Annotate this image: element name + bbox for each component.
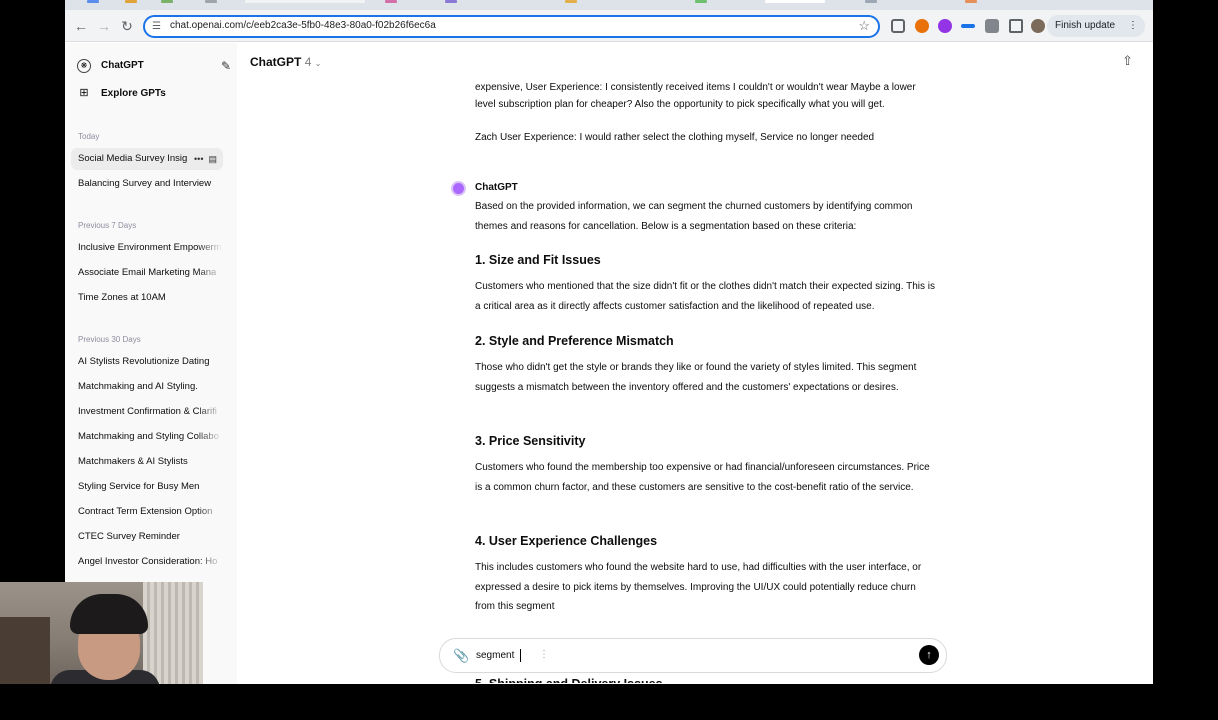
sidebar-chat-label: Time Zones at 10AM	[78, 292, 166, 303]
sidebar-group-title: Previous 30 Days	[78, 335, 141, 344]
sidebar-chat-item[interactable]: Matchmakers & AI Stylists	[71, 451, 223, 473]
sidebar-chat-item[interactable]: Matchmaking and Styling Collabo	[71, 426, 223, 448]
extensions-puzzle-icon[interactable]	[1009, 19, 1023, 33]
sidebar-chat-item[interactable]: Time Zones at 10AM	[71, 287, 223, 309]
sidebar-item-label: ChatGPT	[101, 60, 144, 71]
send-button[interactable]: ↑	[919, 645, 939, 665]
sidebar-group-title: Previous 7 Days	[78, 221, 137, 230]
assistant-intro: Based on the provided information, we ca…	[475, 201, 913, 232]
text-caret	[520, 649, 521, 662]
user-message-text: Zach User Experience: I would rather sel…	[475, 132, 875, 143]
extension-gray-icon[interactable]	[985, 19, 999, 33]
sidebar-item-explore-gpts[interactable]: ⊞ Explore GPTs	[73, 82, 231, 106]
extension-reader-icon[interactable]	[891, 19, 905, 33]
more-horizontal-icon[interactable]: •••	[194, 154, 203, 164]
sidebar-chat-label: Social Media Survey Insig	[78, 153, 188, 164]
more-vert-icon: ⋮	[1128, 20, 1138, 31]
sidebar-group-title: Today	[78, 132, 100, 141]
section-body: Customers who found the membership too e…	[475, 462, 930, 493]
section-heading: 3. Price Sensitivity	[475, 434, 586, 448]
sidebar-chat-item[interactable]: Contract Term Extension Option	[71, 501, 223, 523]
section-heading-partial: 5. Shipping and Delivery Issues	[475, 677, 663, 683]
section-heading: 1. Size and Fit Issues	[475, 253, 601, 267]
openai-logo-icon: ❋	[77, 59, 91, 73]
main-chat-area: ChatGPT 4 ⌄ ⇧ expensive, User Experience…	[237, 43, 1153, 684]
chevron-down-icon: ⌄	[314, 59, 322, 68]
paperclip-icon[interactable]: 📎	[453, 648, 469, 664]
sidebar-chat-item[interactable]: Associate Email Marketing Mana	[71, 262, 223, 284]
share-icon[interactable]: ⇧	[1122, 53, 1133, 69]
sidebar-chat-label: AI Stylists Revolutionize Dating	[78, 356, 210, 367]
assistant-name: ChatGPT	[475, 182, 518, 193]
address-bar[interactable]: ☰ chat.openai.com/c/eeb2ca3e-5fb0-48e3-8…	[143, 15, 880, 38]
sidebar-chat-label: Contract Term Extension Option	[78, 506, 213, 517]
forward-icon[interactable]: →	[94, 16, 114, 36]
sidebar-item-label: Explore GPTs	[101, 88, 166, 99]
sidebar-chat-label: Styling Service for Busy Men	[78, 481, 200, 492]
sidebar-chat-item[interactable]: Balancing Survey and Interview	[71, 173, 223, 195]
sidebar-chat-label: Associate Email Marketing Mana	[78, 267, 217, 278]
message-composer[interactable]: 📎 segment ⋮ ↑	[439, 638, 947, 673]
browser-toolbar: ← → ↻ ☰ chat.openai.com/c/eeb2ca3e-5fb0-…	[65, 10, 1153, 42]
finish-update-button[interactable]: Finish update ⋮	[1047, 15, 1145, 37]
model-name: ChatGPT	[250, 55, 302, 69]
section-heading: 4. User Experience Challenges	[475, 534, 658, 548]
sidebar-chat-label: CTEC Survey Reminder	[78, 531, 180, 542]
sidebar-chat-item[interactable]: Inclusive Environment Empowerm	[71, 237, 223, 259]
extension-orange-icon[interactable]	[915, 19, 929, 33]
section-body: This includes customers who found the we…	[475, 562, 922, 613]
arrow-up-icon: ↑	[926, 649, 932, 661]
sidebar-chat-item[interactable]: Investment Confirmation & Clarifi	[71, 401, 223, 423]
section-body: Customers who mentioned that the size di…	[475, 281, 935, 312]
extension-blue-icon[interactable]	[961, 24, 975, 28]
sidebar-chat-label: Matchmakers & AI Stylists	[78, 456, 188, 467]
message-input[interactable]: segment	[476, 650, 514, 661]
screen: ← → ↻ ☰ chat.openai.com/c/eeb2ca3e-5fb0-…	[65, 0, 1153, 684]
browser-tab-strip[interactable]	[65, 0, 1153, 10]
sidebar-chat-item[interactable]: AI Stylists Revolutionize Dating	[71, 351, 223, 373]
profile-avatar[interactable]	[1031, 19, 1045, 33]
sidebar-chat-item[interactable]: CTEC Survey Reminder	[71, 526, 223, 548]
sidebar-chat-label: Matchmaking and AI Styling.	[78, 381, 198, 392]
sidebar-chat-item[interactable]: Matchmaking and AI Styling.	[71, 376, 223, 398]
section-heading: 2. Style and Preference Mismatch	[475, 334, 674, 348]
section-body: Those who didn't get the style or brands…	[475, 362, 917, 393]
sidebar-chat-item[interactable]: Styling Service for Busy Men	[71, 476, 223, 498]
site-settings-icon[interactable]: ☰	[152, 20, 165, 33]
new-chat-icon[interactable]: ✎	[221, 54, 231, 78]
sidebar-chat-item[interactable]: Angel Investor Consideration: Ho	[71, 551, 223, 573]
sidebar-chat-item[interactable]: Social Media Survey Insig ••• ▤	[71, 148, 223, 170]
grid-icon: ⊞	[79, 87, 89, 99]
sidebar-item-chatgpt[interactable]: ❋ ChatGPT ✎	[73, 54, 231, 78]
url-text[interactable]: chat.openai.com/c/eeb2ca3e-5fb0-48e3-80a…	[170, 20, 436, 31]
extension-purple-icon[interactable]	[938, 19, 952, 33]
model-selector[interactable]: ChatGPT 4 ⌄	[250, 55, 321, 69]
drag-grip-icon: ⋮	[539, 649, 549, 660]
archive-icon[interactable]: ▤	[208, 154, 217, 164]
finish-update-label: Finish update	[1055, 20, 1116, 31]
chat-actions[interactable]: ••• ▤	[190, 148, 217, 170]
webcam-overlay	[0, 582, 203, 684]
sidebar-chat-label: Balancing Survey and Interview	[78, 178, 212, 189]
user-message-text: expensive, User Experience: I consistent…	[475, 82, 916, 110]
bookmark-star-icon[interactable]: ☆	[858, 18, 870, 34]
reload-icon[interactable]: ↻	[117, 16, 137, 36]
chatgpt-avatar-icon	[451, 181, 466, 196]
model-version: 4	[304, 55, 312, 69]
back-icon[interactable]: ←	[71, 16, 91, 36]
